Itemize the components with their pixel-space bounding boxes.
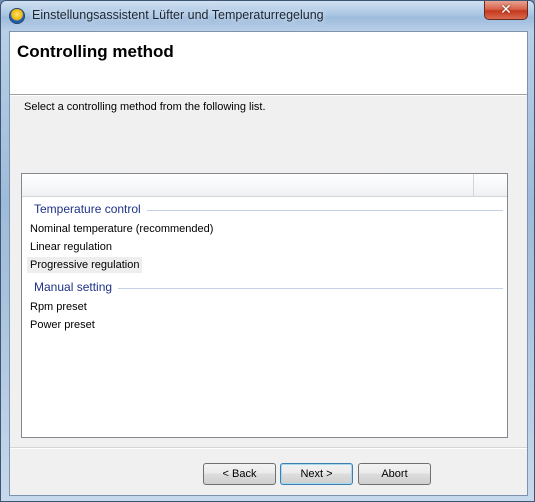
page-title: Controlling method [17,42,174,61]
window-title: Einstellungsassistent Lüfter und Tempera… [32,8,324,22]
group-header-temperature-control: Temperature control [34,202,503,218]
group-title: Manual setting [34,280,119,294]
list-item-power-preset[interactable]: Power preset [27,317,98,333]
wizard-client-area: Controlling method Select a controlling … [9,31,528,496]
group-title: Temperature control [34,202,147,216]
header-divider [10,94,527,96]
list-item-rpm-preset[interactable]: Rpm preset [27,299,90,315]
next-button[interactable]: Next > [280,463,353,485]
list-column-header[interactable] [22,174,507,197]
list-item-progressive-regulation[interactable]: Progressive regulation [27,257,143,273]
title-bar[interactable]: Einstellungsassistent Lüfter und Tempera… [1,1,534,31]
instruction-text: Select a controlling method from the fol… [24,101,266,113]
close-button[interactable]: ✕ [484,1,528,20]
column-divider[interactable] [473,174,474,196]
wizard-window: Einstellungsassistent Lüfter und Tempera… [0,0,535,502]
list-item-nominal-temperature[interactable]: Nominal temperature (recommended) [27,221,216,237]
abort-button[interactable]: Abort [358,463,431,485]
app-icon [9,8,25,24]
list-item-linear-regulation[interactable]: Linear regulation [27,239,115,255]
wizard-header: Controlling method [10,32,527,94]
back-button[interactable]: < Back [203,463,276,485]
controlling-method-list[interactable]: Temperature control Nominal temperature … [21,173,508,438]
close-icon: ✕ [500,2,512,18]
button-area-divider [10,447,527,449]
group-header-manual-setting: Manual setting [34,280,503,296]
